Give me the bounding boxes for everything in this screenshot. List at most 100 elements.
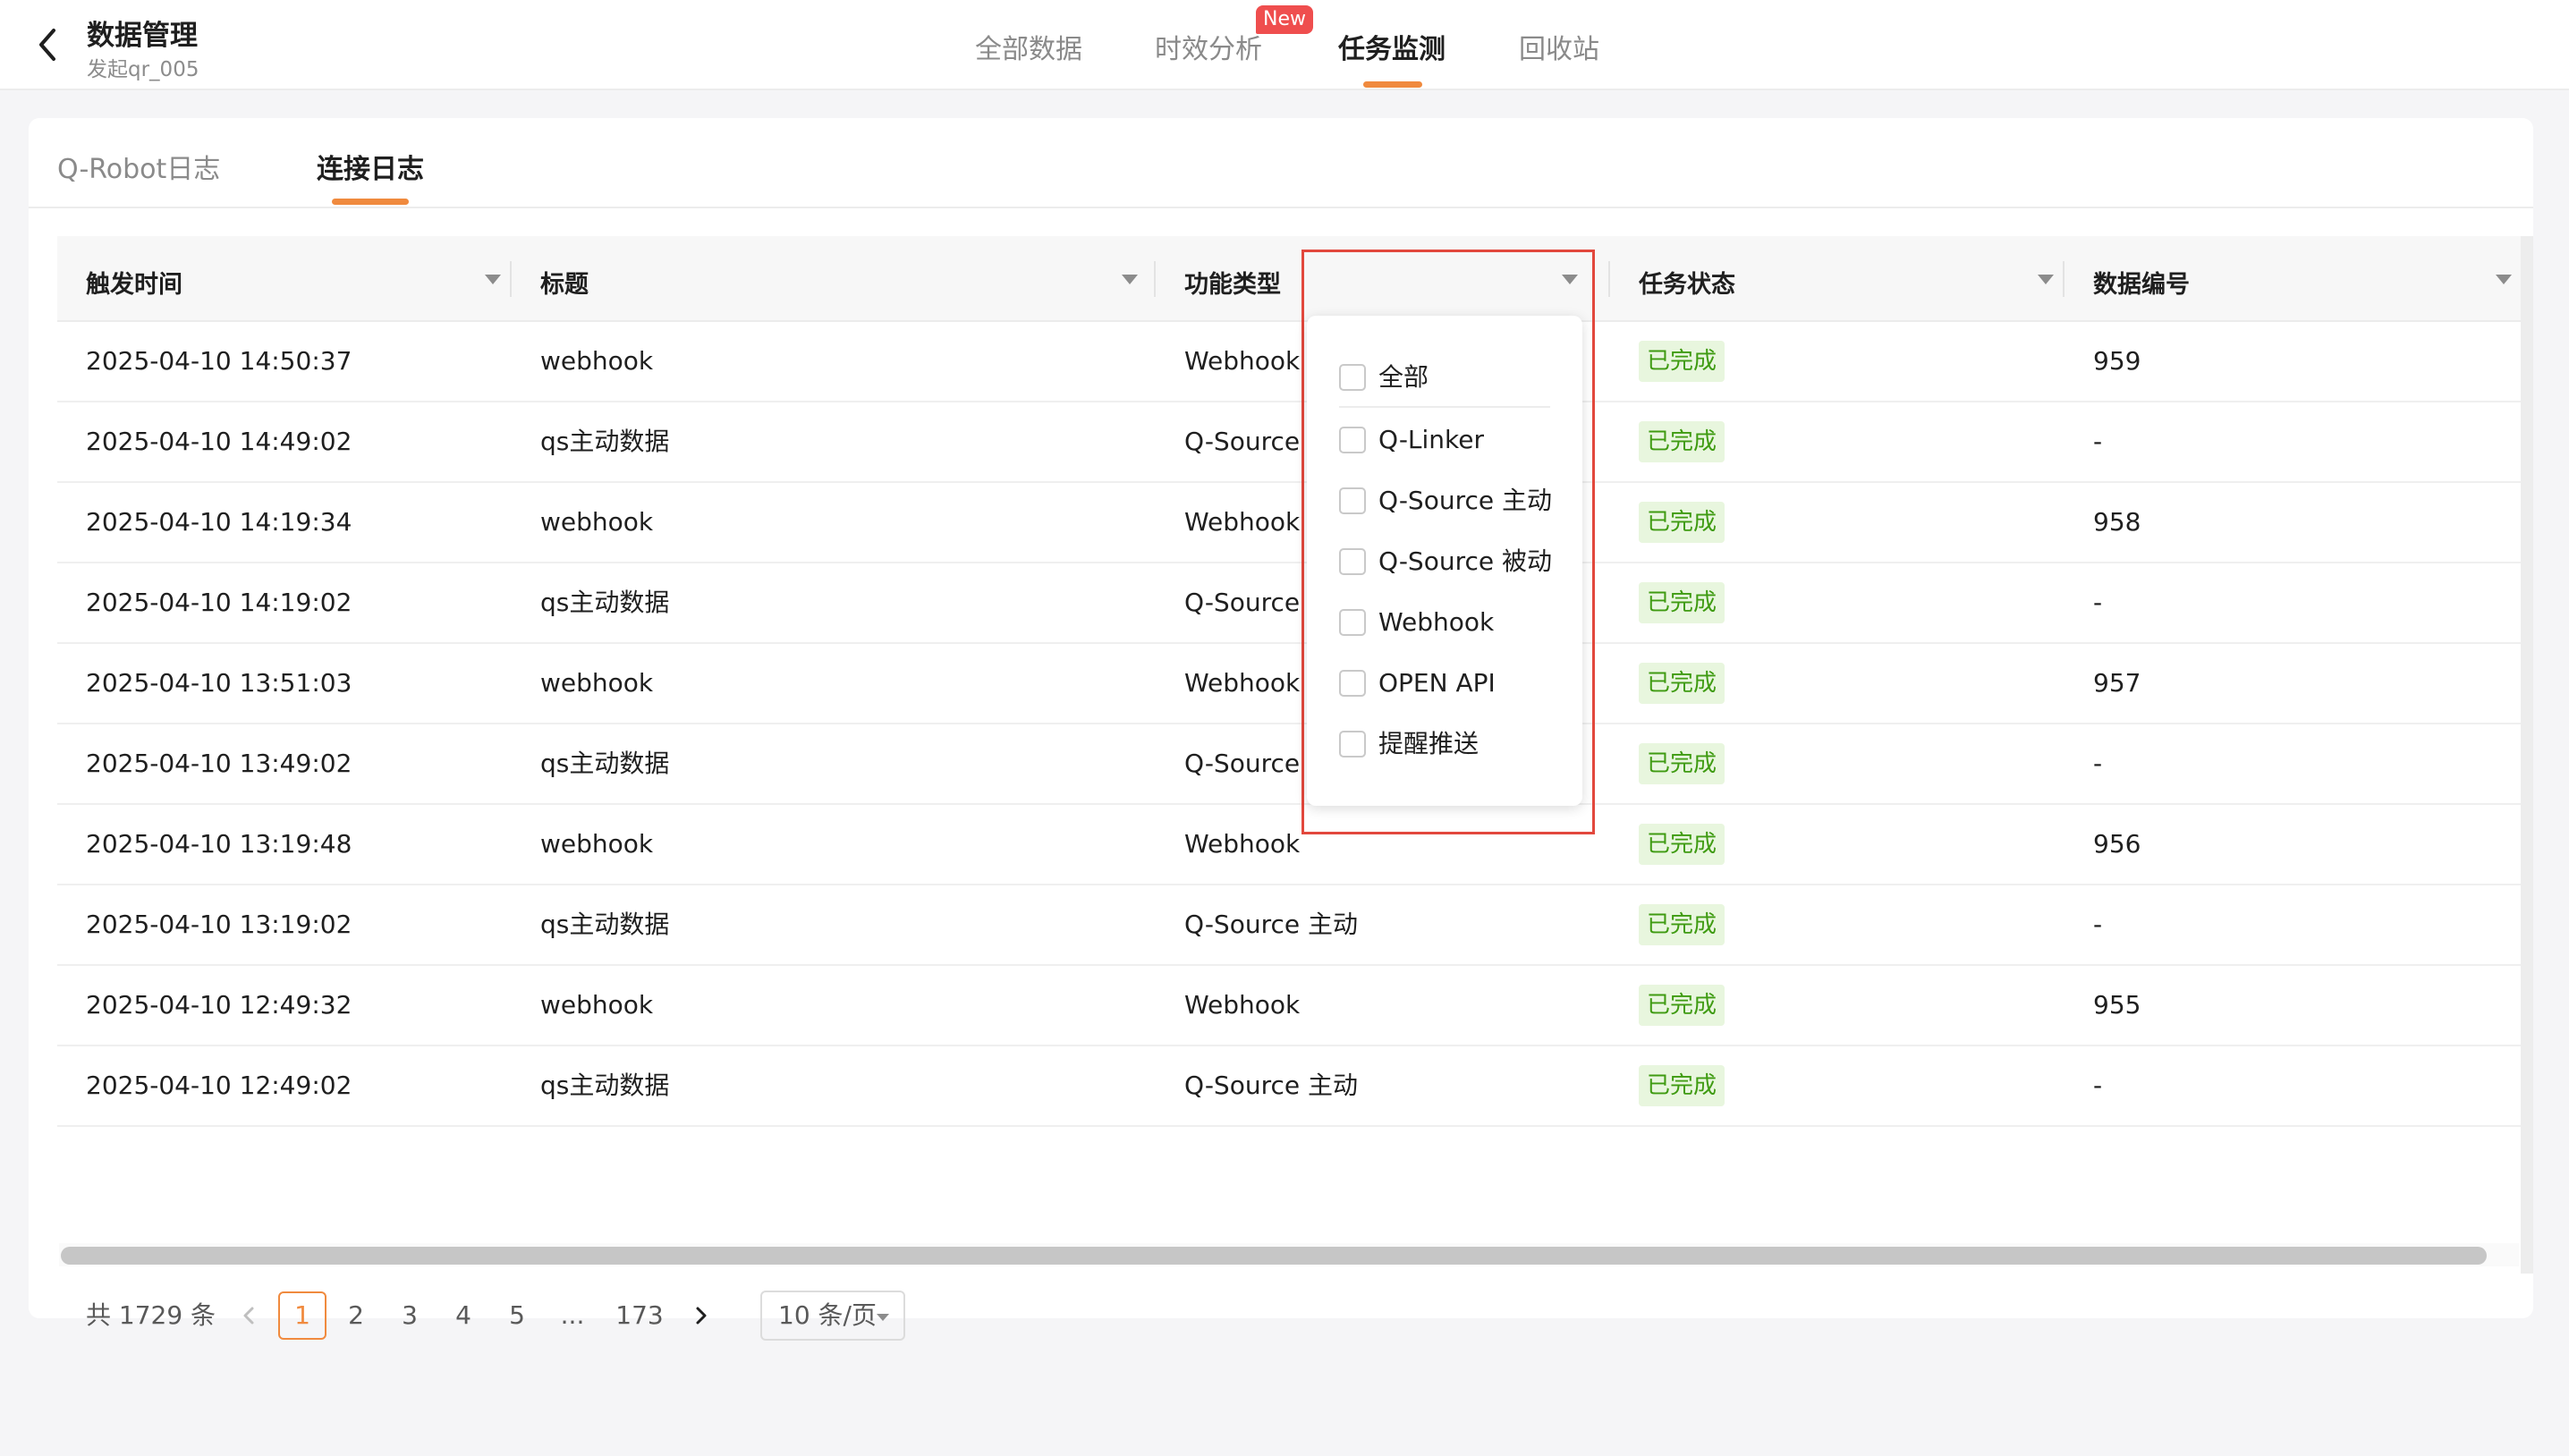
cell-task-status: 已完成	[1639, 805, 2059, 885]
chevron-left-icon[interactable]	[231, 1291, 267, 1340]
status-badge: 已完成	[1639, 421, 1725, 462]
vertical-scrollbar[interactable]	[2521, 236, 2533, 1274]
cell-task-status: 已完成	[1639, 1046, 2059, 1127]
column-title: 标题	[512, 236, 1156, 322]
tab-all-data[interactable]: 全部数据	[975, 27, 1082, 66]
cell-data-number: -	[2093, 588, 2103, 617]
filter-option-label: Q-Source 主动	[1378, 486, 1552, 515]
status-badge: 已完成	[1639, 824, 1725, 865]
cell-data-number: 958	[2093, 507, 2141, 537]
dropdown-caret-icon[interactable]	[485, 275, 501, 284]
table-row[interactable]: 2025-04-10 14:19:02 qs主动数据 Q-Source 主动 已…	[57, 563, 2521, 644]
table-row[interactable]: 2025-04-10 13:51:03 webhook Webhook 已完成 …	[57, 644, 2521, 724]
filter-option-label: 全部	[1378, 362, 1429, 392]
checkbox-icon[interactable]	[1339, 670, 1366, 697]
cell-data-number: -	[2093, 749, 2103, 778]
cell-data-number: 957	[2093, 668, 2141, 698]
back-arrow-icon[interactable]	[32, 25, 64, 64]
cell-title: webhook	[540, 990, 654, 1020]
column-data-number: 数据编号	[2065, 236, 2521, 322]
cell-data-number: -	[2093, 427, 2103, 456]
status-badge: 已完成	[1639, 341, 1725, 382]
table-row[interactable]: 2025-04-10 14:19:34 webhook Webhook 已完成 …	[57, 483, 2521, 563]
cell-title: webhook	[540, 668, 654, 698]
tab-recycle-bin[interactable]: 回收站	[1519, 27, 1599, 66]
checkbox-icon[interactable]	[1339, 548, 1366, 575]
cell-title: webhook	[540, 507, 654, 537]
cell-trigger-time: 2025-04-10 12:49:02	[86, 1071, 352, 1100]
table-row[interactable]: 2025-04-10 14:49:02 qs主动数据 Q-Source 主动 已…	[57, 402, 2521, 483]
cell-trigger-time: 2025-04-10 13:51:03	[86, 668, 352, 698]
cell-data-number: -	[2093, 1071, 2103, 1100]
cell-title: qs主动数据	[540, 910, 670, 939]
tab-task-monitor[interactable]: 任务监测	[1338, 27, 1446, 66]
cell-data-number: -	[2093, 910, 2103, 939]
column-task-status: 任务状态	[1610, 236, 2065, 322]
status-badge: 已完成	[1639, 904, 1725, 945]
cell-trigger-time: 2025-04-10 12:49:32	[86, 990, 352, 1020]
page-1-button[interactable]: 1	[278, 1291, 326, 1340]
page-last-button[interactable]: 173	[604, 1291, 675, 1340]
page-size-select[interactable]: 10 条/页	[760, 1291, 905, 1341]
tab-timeliness-analysis[interactable]: 时效分析	[1155, 27, 1262, 66]
cell-trigger-time: 2025-04-10 13:19:02	[86, 910, 352, 939]
checkbox-icon[interactable]	[1339, 609, 1366, 636]
checkbox-icon[interactable]	[1339, 364, 1366, 391]
pagination-total: 共 1729 条	[86, 1300, 216, 1330]
table-row[interactable]: 2025-04-10 12:49:02 qs主动数据 Q-Source 主动 已…	[57, 1046, 2521, 1127]
cell-task-status: 已完成	[1639, 966, 2059, 1046]
active-tab-indicator	[1363, 81, 1422, 88]
subtab-qrobot-log[interactable]: Q-Robot日志	[57, 147, 220, 186]
page-size-label: 10 条/页	[778, 1300, 877, 1330]
table-body: 2025-04-10 14:50:37 webhook Webhook 已完成 …	[57, 322, 2521, 1127]
chevron-right-icon[interactable]	[683, 1291, 719, 1340]
page-subtitle: 发起qr_005	[87, 58, 199, 81]
cell-title: qs主动数据	[540, 427, 670, 456]
cell-data-number: 956	[2093, 829, 2141, 859]
top-bar: 数据管理 发起qr_005 全部数据 时效分析 New 任务监测 回收站	[0, 0, 2569, 90]
filter-option-label: 提醒推送	[1378, 729, 1480, 758]
cell-trigger-time: 2025-04-10 13:19:48	[86, 829, 352, 859]
cell-data-number: 955	[2093, 990, 2141, 1020]
dropdown-caret-icon[interactable]	[1122, 275, 1138, 284]
checkbox-icon[interactable]	[1339, 731, 1366, 758]
checkbox-icon[interactable]	[1339, 487, 1366, 514]
dropdown-caret-icon[interactable]	[2496, 275, 2512, 284]
column-header-label: 标题	[540, 271, 589, 299]
dropdown-caret-icon[interactable]	[2038, 275, 2054, 284]
page-5-button[interactable]: 5	[493, 1291, 541, 1340]
cell-title: qs主动数据	[540, 1071, 670, 1100]
table-row[interactable]: 2025-04-10 12:49:32 webhook Webhook 已完成 …	[57, 966, 2521, 1046]
page-4-button[interactable]: 4	[439, 1291, 488, 1340]
new-badge: New	[1256, 5, 1313, 34]
cell-title: webhook	[540, 346, 654, 376]
status-badge: 已完成	[1639, 1065, 1725, 1106]
filter-option-label: OPEN API	[1378, 668, 1496, 698]
table-row[interactable]: 2025-04-10 13:19:48 webhook Webhook 已完成 …	[57, 805, 2521, 885]
page-3-button[interactable]: 3	[386, 1291, 434, 1340]
checkbox-icon[interactable]	[1339, 427, 1366, 453]
cell-task-status: 已完成	[1639, 885, 2059, 966]
cell-title: webhook	[540, 829, 654, 859]
chevron-down-icon	[877, 1314, 889, 1321]
filter-divider	[1339, 406, 1550, 408]
horizontal-scrollbar-thumb[interactable]	[61, 1247, 2487, 1265]
table-row[interactable]: 2025-04-10 13:49:02 qs主动数据 Q-Source 主动 已…	[57, 724, 2521, 805]
cell-task-status: 已完成	[1639, 644, 2059, 724]
cell-data-number: 959	[2093, 346, 2141, 376]
cell-task-status: 已完成	[1639, 322, 2059, 402]
table-row[interactable]: 2025-04-10 14:50:37 webhook Webhook 已完成 …	[57, 322, 2521, 402]
cell-task-status: 已完成	[1639, 724, 2059, 805]
status-badge: 已完成	[1639, 743, 1725, 784]
status-badge: 已完成	[1639, 502, 1725, 543]
column-trigger-time: 触发时间	[57, 236, 512, 322]
page-2-button[interactable]: 2	[332, 1291, 380, 1340]
column-header-label: 触发时间	[86, 271, 182, 299]
page-ellipsis[interactable]: ...	[548, 1291, 597, 1340]
cell-task-status: 已完成	[1639, 483, 2059, 563]
table-row[interactable]: 2025-04-10 13:19:02 qs主动数据 Q-Source 主动 已…	[57, 885, 2521, 966]
cell-title: qs主动数据	[540, 749, 670, 778]
subtab-connection-log[interactable]: 连接日志	[317, 147, 424, 186]
status-badge: 已完成	[1639, 663, 1725, 704]
filter-option-label: Webhook	[1378, 607, 1495, 637]
